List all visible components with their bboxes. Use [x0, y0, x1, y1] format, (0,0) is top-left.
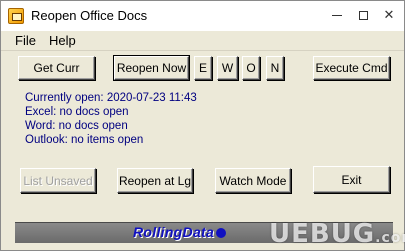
execute-cmd-button[interactable]: Execute Cmd	[313, 56, 390, 80]
rollingdata-logo-text: RollingData	[133, 224, 215, 240]
word-status: Word: no docs open	[25, 120, 128, 132]
rollingdata-logo: RollingData	[133, 224, 227, 240]
n-button[interactable]: N	[266, 56, 284, 80]
menu-file[interactable]: File	[15, 33, 36, 48]
currently-open-label: Currently open:	[25, 92, 104, 104]
app-icon	[8, 8, 24, 24]
get-curr-button[interactable]: Get Curr	[18, 56, 95, 80]
list-unsaved-label: List Unsaved	[23, 173, 93, 188]
watermark-text: UEBUG	[269, 219, 376, 249]
outlook-o-label: O	[246, 61, 256, 75]
minimize-icon[interactable]	[326, 5, 348, 25]
execute-cmd-label: Execute Cmd	[315, 61, 388, 75]
window-title: Reopen Office Docs	[31, 8, 148, 23]
reopen-now-label: Reopen Now	[116, 61, 187, 75]
main-window: Reopen Office Docs ✕ File Help Get Curr …	[0, 0, 405, 251]
menu-help[interactable]: Help	[49, 33, 76, 48]
site-watermark: UEBUG.com	[269, 219, 405, 249]
reopen-at-lg-button[interactable]: Reopen at Lg	[117, 168, 193, 193]
word-w-label: W	[221, 61, 234, 75]
outlook-o-button[interactable]: O	[242, 56, 260, 80]
reopen-at-lg-label: Reopen at Lg	[118, 173, 192, 188]
excel-status: Excel: no docs open	[25, 106, 129, 118]
menu-bar: File Help	[1, 31, 404, 51]
list-unsaved-button[interactable]: List Unsaved	[20, 168, 96, 193]
excel-e-label: E	[198, 61, 207, 75]
watch-mode-button[interactable]: Watch Mode	[215, 168, 291, 193]
exit-label: Exit	[341, 172, 362, 187]
logo-mark-icon	[216, 228, 227, 239]
reopen-now-button[interactable]: Reopen Now	[113, 55, 190, 81]
outlook-status: Outlook: no items open	[25, 134, 144, 146]
excel-e-button[interactable]: E	[194, 56, 212, 80]
get-curr-label: Get Curr	[33, 61, 80, 75]
maximize-icon[interactable]	[352, 5, 374, 25]
currently-open-line: Currently open: 2020-07-23 11:43	[25, 91, 197, 105]
title-bar[interactable]: Reopen Office Docs ✕	[1, 1, 404, 31]
watch-mode-label: Watch Mode	[219, 173, 287, 188]
watermark-suffix: .com	[375, 230, 405, 246]
word-w-button[interactable]: W	[217, 56, 238, 80]
status-panel: Currently open: 2020-07-23 11:43 Excel: …	[25, 91, 197, 147]
n-label: N	[270, 61, 280, 75]
exit-button[interactable]: Exit	[313, 166, 390, 193]
close-icon[interactable]: ✕	[378, 5, 400, 25]
currently-open-time: 2020-07-23 11:43	[106, 92, 197, 104]
